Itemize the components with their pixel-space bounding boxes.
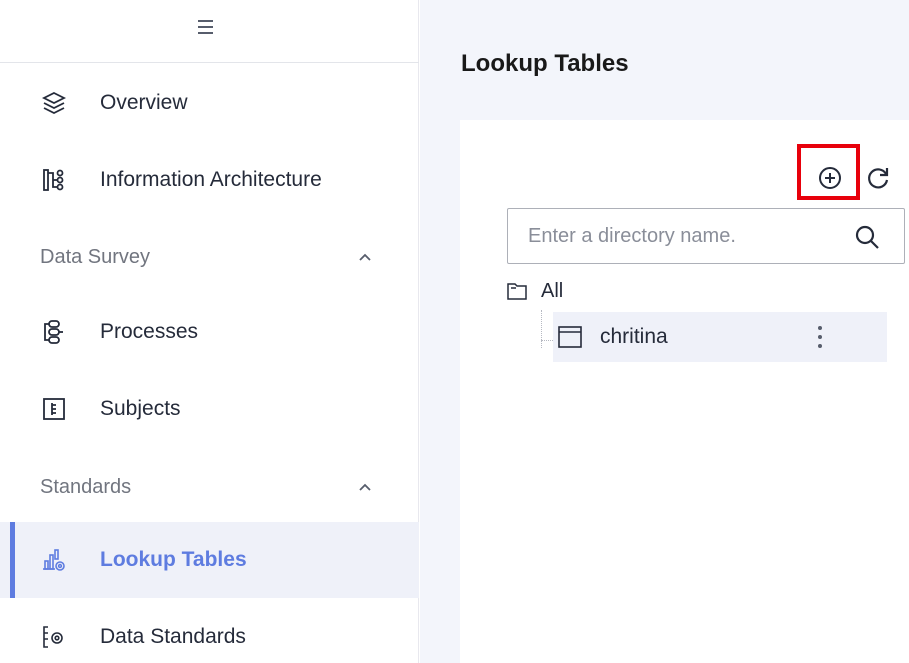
sidebar-divider (0, 62, 419, 63)
chevron-up-icon (359, 483, 371, 491)
data-standards-icon (40, 623, 68, 651)
add-directory-icon[interactable] (817, 165, 843, 191)
group-label: Standards (40, 475, 132, 498)
tree-node-label: chritina (600, 325, 668, 348)
sidebar-item-label: Information Architecture (100, 168, 322, 191)
directory-search-input[interactable] (508, 209, 848, 263)
refresh-icon[interactable] (865, 165, 891, 191)
tree-node-root[interactable]: All (507, 275, 563, 307)
folder-icon (507, 283, 527, 300)
main-content: Lookup Tables All (420, 0, 909, 663)
directory-search (507, 208, 905, 264)
lookup-table-icon (40, 546, 68, 574)
process-icon (40, 318, 68, 346)
subjects-icon (40, 395, 68, 423)
collapse-menu-button[interactable] (0, 8, 419, 62)
more-options-icon[interactable] (815, 326, 825, 348)
active-indicator (10, 522, 15, 598)
tree-guide-line (541, 310, 542, 348)
page-title: Lookup Tables (461, 50, 629, 77)
tree-node-label: All (541, 279, 564, 302)
sidebar-item-lookup-tables[interactable]: Lookup Tables (0, 522, 419, 598)
table-icon (558, 326, 582, 348)
sidebar-item-label: Lookup Tables (100, 548, 247, 571)
sidebar-item-label: Data Standards (100, 625, 246, 648)
group-header-standards[interactable]: Standards (0, 462, 419, 512)
sidebar: Overview Information Architecture Data S… (0, 0, 419, 663)
tree-node-chritina[interactable]: chritina (553, 312, 887, 362)
layers-icon (40, 89, 68, 117)
sidebar-item-data-standards[interactable]: Data Standards (0, 606, 419, 663)
sidebar-item-label: Subjects (100, 397, 181, 420)
directory-panel: All chritina (460, 120, 909, 663)
menu-icon (198, 20, 213, 34)
hierarchy-icon (40, 166, 68, 194)
sidebar-item-information-architecture[interactable]: Information Architecture (0, 149, 419, 211)
group-header-data-survey[interactable]: Data Survey (0, 232, 419, 282)
sidebar-item-label: Processes (100, 320, 199, 343)
group-label: Data Survey (40, 245, 151, 268)
tree-guide-line (541, 340, 553, 341)
chevron-up-icon (359, 253, 371, 261)
search-icon[interactable] (853, 223, 881, 251)
sidebar-item-label: Overview (100, 91, 188, 114)
sidebar-item-processes[interactable]: Processes (0, 301, 419, 363)
sidebar-item-subjects[interactable]: Subjects (0, 378, 419, 440)
sidebar-item-overview[interactable]: Overview (0, 72, 419, 134)
